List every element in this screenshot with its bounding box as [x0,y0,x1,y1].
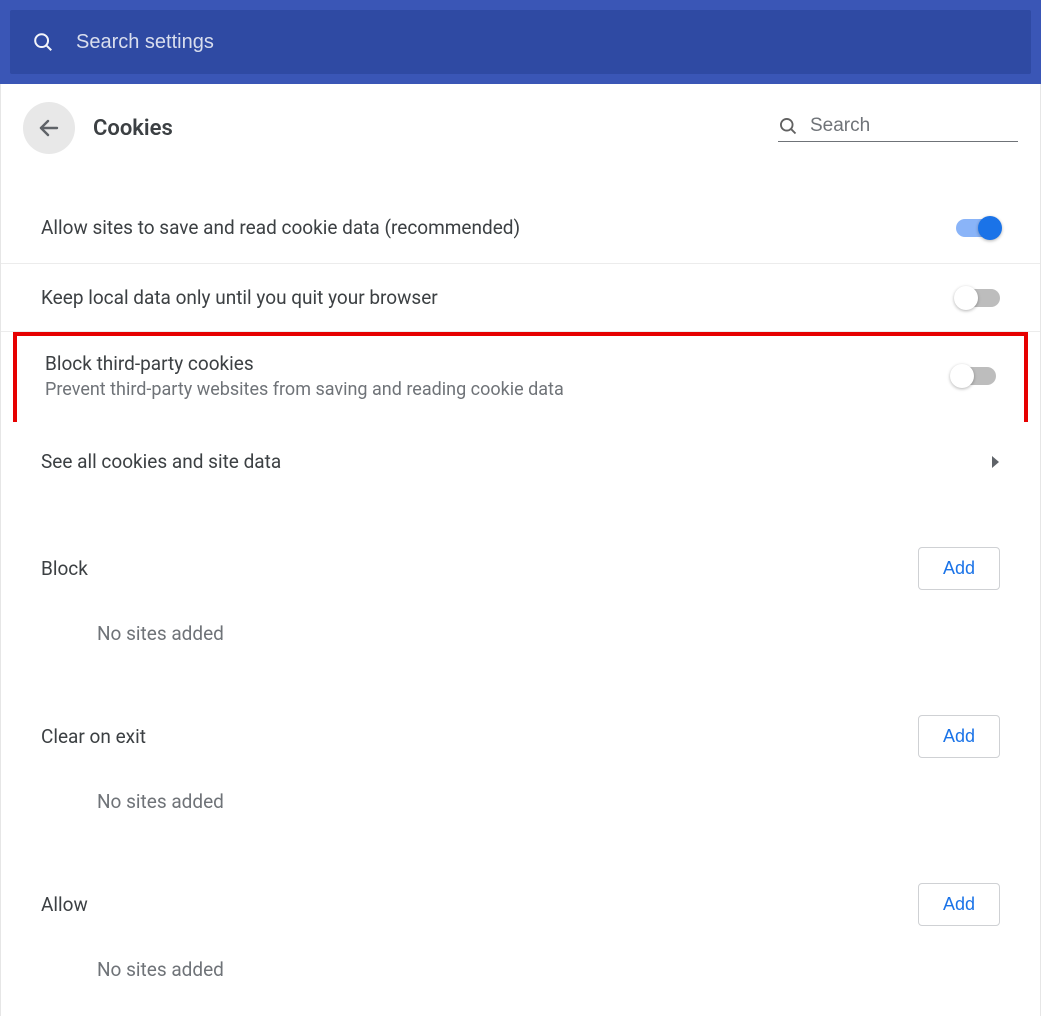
page-header: Cookies [1,84,1040,186]
search-icon [32,31,54,53]
search-icon [778,116,798,136]
section-clear-on-exit: Clear on exit Add [1,681,1040,772]
section-allow: Allow Add [1,849,1040,940]
option-label: Block third-party cookies [45,352,952,375]
settings-content: Cookies Allow sites to save and read coo… [0,84,1041,1016]
section-title: Block [41,557,918,580]
option-block-third-party: Block third-party cookies Prevent third-… [13,332,1028,422]
option-label: Allow sites to save and read cookie data… [41,216,956,239]
toggle-keep-local[interactable] [956,289,1000,307]
chevron-right-icon [990,455,1000,469]
toggle-knob [950,364,974,388]
block-empty: No sites added [1,604,1040,681]
toggle-allow-cookies[interactable] [956,219,1000,237]
toggle-knob [978,216,1002,240]
section-block: Block Add [1,513,1040,604]
option-label: Keep local data only until you quit your… [41,286,956,309]
toggle-block-third-party[interactable] [952,367,996,385]
option-see-all-cookies[interactable]: See all cookies and site data [1,422,1040,501]
top-search-input[interactable] [76,31,1009,54]
inline-search-input[interactable] [810,115,1018,137]
arrow-left-icon [37,116,61,140]
toggle-knob [954,286,978,310]
option-subtitle: Prevent third-party websites from saving… [45,379,952,400]
add-allow-button[interactable]: Add [918,883,1000,926]
section-title: Clear on exit [41,725,918,748]
option-allow-cookies: Allow sites to save and read cookie data… [1,198,1040,264]
top-search-bar [0,0,1041,84]
top-search-box[interactable] [10,10,1031,74]
clear-on-exit-empty: No sites added [1,772,1040,849]
add-clear-on-exit-button[interactable]: Add [918,715,1000,758]
option-keep-local: Keep local data only until you quit your… [1,264,1040,332]
section-title: Allow [41,893,918,916]
page-title: Cookies [93,116,778,141]
add-block-button[interactable]: Add [918,547,1000,590]
inline-search[interactable] [778,115,1018,142]
allow-empty: No sites added [1,940,1040,1017]
back-button[interactable] [23,102,75,154]
option-label: See all cookies and site data [41,450,990,473]
